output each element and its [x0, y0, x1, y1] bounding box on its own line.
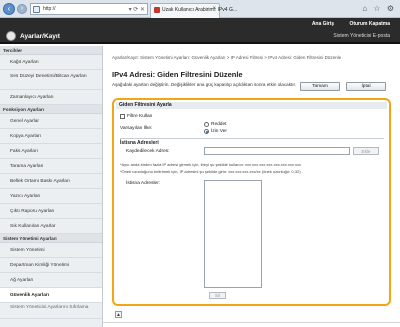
sidebar-item-report[interactable]: Çıktı Raporu Ayarları	[0, 204, 102, 219]
back-icon[interactable]: ‹	[3, 3, 15, 15]
page-description: Aşağıdaki ayarları değiştirin. Değişikli…	[112, 82, 297, 87]
forward-icon[interactable]: ›	[17, 4, 27, 14]
sidebar-item-scan[interactable]: Tarama Ayarları	[0, 159, 102, 174]
page-title: IPv4 Adresi: Giden Filtresini Düzenle	[112, 70, 243, 79]
breadcrumb: Ayarlar/Kayıt: Sistem Yönetimi Ayarları:…	[112, 55, 342, 60]
header-links: Ana Giriş Oturum Kapatma	[298, 21, 390, 27]
sidebar-item-department-id[interactable]: Departman Kimliği Yönetimi	[0, 258, 102, 273]
sidebar-section-title: Sistem Yönetimi Ayarları	[0, 234, 102, 243]
tab-close-icon[interactable]: ×	[212, 6, 216, 12]
sidebar-section-title: Tercihler	[0, 46, 102, 55]
sidebar-section-title: Fonksiyon Ayarları	[0, 105, 102, 114]
use-filter-checkbox[interactable]	[120, 114, 125, 119]
sidebar-item-volume[interactable]: Ses Düzeyi Denetimi/Bitcan Ayarları	[0, 70, 102, 90]
page-top-icon[interactable]: ▲	[115, 311, 122, 318]
app-header: Ana Giriş Oturum Kapatma Ayarlar/Kayıt S…	[0, 18, 400, 44]
delete-button[interactable]: Sil	[209, 292, 226, 299]
tab-favicon-icon	[154, 7, 160, 13]
browser-toolbar-icons[interactable]: ⌂ ☆ ⚙	[362, 4, 396, 13]
outgoing-filter-panel: Giden Filtresini Ayarla Filtre Kullan Va…	[112, 98, 391, 306]
sidebar: Tercihler Kağıt Ayarları Ses Düzeyi Dene…	[0, 46, 103, 327]
browser-chrome: ‹ › http:// ▾ ⟳ ✕ Uzak Kullanıcı Arabiri…	[0, 0, 400, 18]
url-text: http://	[43, 6, 56, 12]
sidebar-item-copy[interactable]: Kopya Ayarları	[0, 129, 102, 144]
header-bottom: Ayarlar/Kayıt Sistem Yöneticisi E-posta	[0, 31, 400, 43]
exceptions-title: İstisna Adresleri	[120, 140, 159, 146]
sidebar-item-security[interactable]: Güvenlik Ayarları	[0, 288, 102, 303]
sidebar-item-reset-admin[interactable]: Sistem Yöneticisi Ayarlarını Sıfırlama	[0, 303, 102, 319]
sidebar-item-memory-print[interactable]: Bellek Ortamı Baskı Ayarları	[0, 174, 102, 189]
divider	[120, 138, 384, 139]
prefix-note: *Önek uzunluğunu belirtmek için, IP adre…	[120, 169, 301, 174]
add-button[interactable]: Ekle	[353, 147, 379, 155]
exception-addresses-list[interactable]	[204, 180, 262, 288]
reject-label: Reddet	[211, 122, 227, 127]
address-bar[interactable]: http:// ▾ ⟳ ✕	[30, 3, 148, 15]
sidebar-item-paper[interactable]: Kağıt Ayarları	[0, 55, 102, 70]
admin-mode-text: Sistem Yöneticisi E-posta	[333, 33, 390, 39]
app-title: Ayarlar/Kayıt	[20, 33, 60, 40]
allow-label: İzin Ver	[211, 129, 227, 134]
sidebar-item-printer[interactable]: Yazıcı Ayarları	[0, 189, 102, 204]
sidebar-item-general[interactable]: Genel Ayarlar	[0, 114, 102, 129]
exception-addresses-label: İstisna Adresler:	[126, 181, 161, 186]
browser-tab[interactable]: Uzak Kullanıcı Arabirimi: IPv4 G... ×	[150, 3, 237, 18]
sidebar-item-fax[interactable]: Faks Ayarları	[0, 144, 102, 159]
use-filter-label: Filtre Kullan	[127, 114, 153, 119]
logout-link[interactable]: Oturum Kapatma	[349, 21, 390, 27]
address-input[interactable]	[204, 147, 350, 155]
reject-radio[interactable]	[204, 122, 209, 127]
page-icon	[33, 6, 40, 13]
settings-logo-icon	[6, 31, 16, 41]
address-tools-icon[interactable]: ▾ ⟳ ✕	[129, 6, 145, 13]
sidebar-item-favorites[interactable]: Sık Kullanılan Ayarlar	[0, 219, 102, 234]
sidebar-item-system-management[interactable]: Sistem Yönetimi	[0, 243, 102, 258]
tab-title: Uzak Kullanıcı Arabirimi: IPv4 G...	[162, 7, 238, 13]
range-note: *Aynı anda birden fazla IP adresi girmek…	[120, 162, 302, 167]
allow-radio[interactable]	[204, 129, 209, 134]
ok-button[interactable]: Tamam	[300, 82, 340, 91]
default-policy-label: Varsayılan İlke:	[120, 126, 153, 131]
sidebar-item-network[interactable]: Ağ Ayarları	[0, 273, 102, 288]
address-to-register-label: Kaydedilecek Adres:	[126, 149, 170, 154]
main-content: Ayarlar/Kayıt: Sistem Yönetimi Ayarları:…	[103, 46, 400, 327]
sidebar-item-timer[interactable]: Zamanlayıcı Ayarları	[0, 90, 102, 105]
panel-title: Giden Filtresini Ayarla	[116, 102, 387, 109]
footer-divider	[103, 322, 400, 323]
home-link[interactable]: Ana Giriş	[312, 21, 334, 27]
cancel-button[interactable]: İptal	[346, 82, 386, 91]
